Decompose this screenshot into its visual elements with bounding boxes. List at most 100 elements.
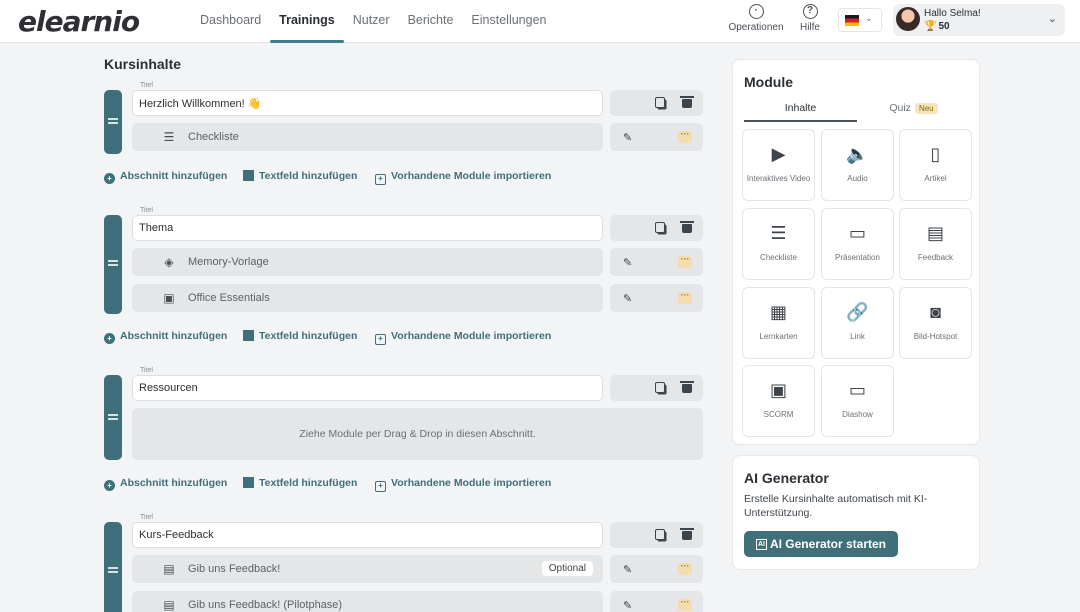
import-modules-label: Vorhandene Module importieren: [391, 477, 552, 489]
trophy-icon: 🏆: [924, 21, 937, 32]
add-textfield-button[interactable]: Textfeld hinzufügen: [243, 170, 357, 182]
module-tile-bild-hotspot[interactable]: ◙ Bild-Hotspot: [899, 287, 972, 359]
plus-icon: +: [104, 480, 115, 491]
tile-label: Link: [850, 332, 865, 341]
field-label: Titel: [138, 82, 155, 89]
nav-einstellungen[interactable]: Einstellungen: [462, 0, 555, 43]
nav-berichte[interactable]: Berichte: [399, 0, 463, 43]
memory-icon: ◈: [164, 255, 174, 269]
drag-handle[interactable]: [104, 522, 122, 612]
pencil-icon[interactable]: ✎: [623, 256, 632, 269]
drag-icon: [108, 567, 118, 573]
module-tile-audio[interactable]: 🔈 Audio: [821, 129, 894, 201]
copy-icon[interactable]: [655, 222, 665, 233]
module-dropzone[interactable]: Ziehe Module per Drag & Drop in diesen A…: [132, 408, 703, 460]
add-textfield-button[interactable]: Textfeld hinzufügen: [243, 330, 357, 342]
drag-handle[interactable]: [104, 215, 122, 314]
app-logo[interactable]: elearnio: [18, 5, 140, 38]
add-section-label: Abschnitt hinzufügen: [120, 170, 228, 182]
module-tile-checkliste[interactable]: ☰ Checkliste: [742, 208, 815, 280]
help-label: Hilfe: [799, 22, 820, 33]
module-row[interactable]: ▣ Office Essentials: [132, 284, 603, 312]
section-actions: [610, 522, 703, 548]
tab-quiz[interactable]: Quiz Neu: [857, 102, 970, 122]
module-name: Gib uns Feedback!: [188, 563, 281, 575]
trash-icon[interactable]: [680, 221, 694, 233]
user-points: 🏆 50: [924, 21, 950, 32]
more-icon[interactable]: ···: [678, 291, 692, 304]
section-title-field[interactable]: Titel Thema: [132, 207, 603, 241]
textfield-icon: [243, 330, 254, 341]
module-tile-artikel[interactable]: ▯ Artikel: [899, 129, 972, 201]
module-row[interactable]: ☰ Checkliste: [132, 123, 603, 151]
import-modules-button[interactable]: + Vorhandene Module importieren: [375, 330, 551, 345]
user-points-value: 50: [938, 21, 950, 32]
tile-label: Feedback: [917, 253, 954, 262]
language-select[interactable]: ⌄: [838, 8, 882, 32]
add-section-button[interactable]: + Abschnitt hinzufügen: [104, 330, 227, 344]
pencil-icon[interactable]: ✎: [623, 599, 632, 612]
tile-label: Bild-Hotspot: [913, 332, 958, 341]
user-menu[interactable]: Hallo Selma! 🏆 50 ⌄: [893, 4, 1065, 36]
drag-handle[interactable]: [104, 375, 122, 460]
add-textfield-label: Textfeld hinzufügen: [259, 170, 358, 182]
operations-button[interactable]: · Operationen: [728, 4, 784, 33]
ai-generator-card: AI Generator Erstelle Kursinhalte automa…: [732, 455, 980, 570]
section-title-value: Herzlich Willkommen! 👋: [139, 98, 262, 110]
ai-icon: AI: [755, 539, 767, 550]
module-tile-feedback[interactable]: ▤ Feedback: [899, 208, 972, 280]
more-icon[interactable]: ···: [678, 598, 692, 611]
module-panel-title: Module: [744, 74, 793, 90]
module-row[interactable]: ▤ Gib uns Feedback! Optional: [132, 555, 603, 583]
slideshow-icon: ▭: [848, 380, 866, 400]
section-title-field[interactable]: Titel Kurs-Feedback: [132, 514, 603, 548]
trash-icon[interactable]: [680, 96, 694, 108]
pencil-icon[interactable]: ✎: [623, 563, 632, 576]
module-tile-link[interactable]: 🔗 Link: [821, 287, 894, 359]
import-modules-button[interactable]: + Vorhandene Module importieren: [375, 477, 551, 492]
more-icon[interactable]: ···: [678, 130, 692, 143]
add-section-button[interactable]: + Abschnitt hinzufügen: [104, 170, 227, 184]
nav-dashboard[interactable]: Dashboard: [200, 0, 270, 43]
nav-trainings[interactable]: Trainings: [270, 0, 344, 43]
tab-quiz-label: Quiz: [889, 102, 911, 114]
article-icon: ▯: [930, 144, 941, 164]
trash-icon[interactable]: [680, 528, 694, 540]
textfield-icon: [243, 170, 254, 181]
more-icon[interactable]: ···: [678, 562, 692, 575]
add-textfield-button[interactable]: Textfeld hinzufügen: [243, 477, 357, 489]
pencil-icon[interactable]: ✎: [623, 131, 632, 144]
trash-icon[interactable]: [680, 381, 694, 393]
pencil-icon[interactable]: ✎: [623, 292, 632, 305]
german-flag-icon: [845, 15, 859, 26]
add-section-button[interactable]: + Abschnitt hinzufügen: [104, 477, 227, 491]
tab-inhalte[interactable]: Inhalte: [744, 102, 857, 122]
help-button[interactable]: ? Hilfe: [782, 4, 838, 33]
field-label: Titel: [138, 514, 155, 521]
nav-nutzer[interactable]: Nutzer: [344, 0, 399, 43]
module-tile-lernkarten[interactable]: ▦ Lernkarten: [742, 287, 815, 359]
course-section: Titel Ressourcen Ziehe Module per Drag &…: [104, 367, 704, 492]
copy-icon[interactable]: [655, 529, 665, 540]
copy-icon[interactable]: [655, 97, 665, 108]
tile-label: SCORM: [763, 410, 794, 419]
drag-handle[interactable]: [104, 90, 122, 154]
module-row[interactable]: ▤ Gib uns Feedback! (Pilotphase): [132, 591, 603, 612]
textfield-icon: [243, 477, 254, 488]
ai-generator-start-button[interactable]: AI AI Generator starten: [744, 531, 898, 557]
section-title-field[interactable]: Titel Ressourcen: [132, 367, 603, 401]
tile-label: Checkliste: [760, 253, 797, 262]
module-row[interactable]: ◈ Memory-Vorlage: [132, 248, 603, 276]
section-title-field[interactable]: Titel Herzlich Willkommen! 👋: [132, 82, 603, 116]
copy-icon[interactable]: [655, 382, 665, 393]
module-actions: ✎ ···: [610, 555, 703, 583]
module-tile-diashow[interactable]: ▭ Diashow: [821, 365, 894, 437]
module-tile-scorm[interactable]: ▣ SCORM: [742, 365, 815, 437]
operations-label: Operationen: [728, 22, 784, 33]
import-modules-button[interactable]: + Vorhandene Module importieren: [375, 170, 551, 185]
module-tile-praesentation[interactable]: ▭ Präsentation: [821, 208, 894, 280]
course-section: Titel Kurs-Feedback ▤ Gib uns Feedback! …: [104, 514, 704, 612]
module-tile-interactive-video[interactable]: ▶ Interaktives Video: [742, 129, 815, 201]
checklist-icon: ☰: [770, 223, 787, 243]
more-icon[interactable]: ···: [678, 255, 692, 268]
